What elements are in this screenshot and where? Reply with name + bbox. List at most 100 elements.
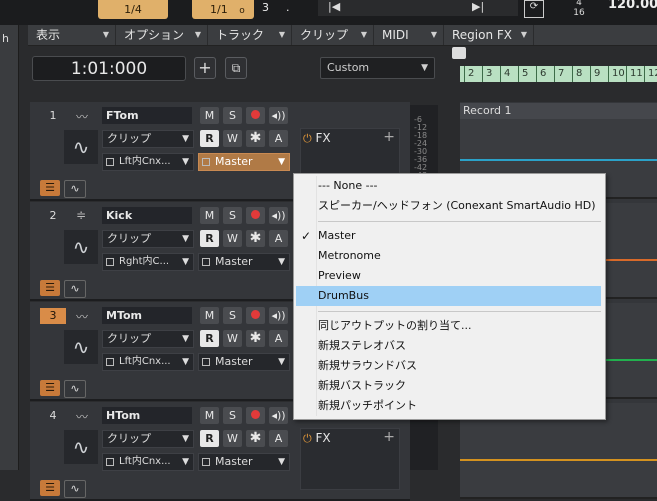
time-display[interactable]: 1:01:000 [32, 56, 186, 81]
track-edit-icon[interactable]: ☰ [40, 380, 60, 396]
menu-item-drumbus[interactable]: DrumBus [296, 286, 601, 306]
read-automation-button[interactable]: R [200, 230, 219, 247]
menu-view[interactable]: 表示 ▼ [28, 25, 116, 45]
automation-lane-icon[interactable]: ∿ [64, 380, 86, 398]
output-select[interactable]: Master ▼ [198, 153, 290, 171]
track-mode-select[interactable]: クリップ ▼ [102, 230, 194, 248]
record-arm-button[interactable] [246, 407, 265, 424]
star-button[interactable]: ✱ [246, 330, 265, 347]
automation-button[interactable]: A [269, 230, 288, 247]
preset-select[interactable]: Custom ▼ [320, 57, 435, 79]
automation-lane-icon[interactable]: ∿ [64, 480, 86, 498]
menu-item-metronome[interactable]: Metronome [296, 246, 601, 266]
output-select[interactable]: Master ▼ [198, 353, 290, 371]
menu-item-new-stereo-bus[interactable]: 新規ステレオバス [296, 336, 601, 356]
duplicate-track-button[interactable]: ⧉ [225, 57, 247, 79]
track-mode-select[interactable]: クリップ ▼ [102, 130, 194, 148]
write-automation-button[interactable]: W [223, 230, 242, 247]
input-select[interactable]: Rght内C... ▼ [102, 253, 194, 271]
solo-button[interactable]: S [223, 407, 242, 424]
mute-button[interactable]: M [200, 407, 219, 424]
playhead-icon[interactable] [452, 47, 466, 59]
add-fx-icon[interactable]: + [383, 129, 395, 145]
record-arm-button[interactable] [246, 107, 265, 124]
solo-button[interactable]: S [223, 307, 242, 324]
left-panel-tab[interactable]: h [2, 32, 9, 45]
track-number[interactable]: 4 [40, 408, 66, 424]
add-fx-icon[interactable]: + [383, 429, 395, 445]
track-name[interactable]: Kick [102, 207, 192, 224]
star-button[interactable]: ✱ [246, 430, 265, 447]
play-icon[interactable]: ▶| [472, 0, 484, 13]
track-edit-icon[interactable]: ☰ [40, 180, 60, 196]
record-arm-button[interactable] [246, 207, 265, 224]
automation-lane-icon[interactable]: ∿ [64, 280, 86, 298]
track-mode-select[interactable]: クリップ ▼ [102, 430, 194, 448]
track-name[interactable]: MTom [102, 307, 192, 324]
meter-top: 4 [576, 0, 582, 8]
power-icon[interactable]: ⏻ [303, 432, 312, 445]
output-select[interactable]: Master ▼ [198, 253, 290, 271]
input-echo-button[interactable]: ◂)) [269, 307, 288, 324]
read-automation-button[interactable]: R [200, 430, 219, 447]
track-edit-icon[interactable]: ☰ [40, 280, 60, 296]
track-mode-value: クリップ [107, 332, 151, 345]
rewind-icon[interactable]: |◀ [328, 0, 340, 13]
input-echo-button[interactable]: ◂)) [269, 107, 288, 124]
input-echo-button[interactable]: ◂)) [269, 407, 288, 424]
menu-item-speakers[interactable]: スピーカー/ヘッドフォン (Conexant SmartAudio HD) [296, 196, 601, 216]
input-echo-button[interactable]: ◂)) [269, 207, 288, 224]
write-automation-button[interactable]: W [223, 130, 242, 147]
mute-button[interactable]: M [200, 107, 219, 124]
menu-item-preview[interactable]: Preview [296, 266, 601, 286]
menu-item-label: Metronome [318, 249, 381, 262]
write-automation-button[interactable]: W [223, 330, 242, 347]
track-number[interactable]: 3 [40, 308, 66, 324]
write-automation-button[interactable]: W [223, 430, 242, 447]
menu-item-assign-same-output[interactable]: 同じアウトプットの割り当て... [296, 316, 601, 336]
track-name[interactable]: FTom [102, 107, 192, 124]
position-display[interactable]: 1/1 o [192, 0, 254, 19]
track-name[interactable]: HTom [102, 407, 192, 424]
star-button[interactable]: ✱ [246, 130, 265, 147]
star-button[interactable]: ✱ [246, 230, 265, 247]
input-select[interactable]: Lft内Cnx... ▼ [102, 453, 194, 471]
solo-button[interactable]: S [223, 207, 242, 224]
automation-lane-icon[interactable]: ∿ [64, 180, 86, 198]
tempo-value[interactable]: 120.00 [608, 0, 657, 12]
menu-item-new-bus-track[interactable]: 新規バストラック [296, 376, 601, 396]
menu-track[interactable]: トラック ▼ [208, 25, 292, 45]
automation-button[interactable]: A [269, 130, 288, 147]
loop-icon[interactable]: ⟳ [524, 0, 544, 18]
menu-midi[interactable]: MIDI ▼ [374, 25, 444, 45]
track-number[interactable]: 2 [40, 208, 66, 224]
menu-item-new-patch-point[interactable]: 新規パッチポイント [296, 396, 601, 416]
add-track-button[interactable]: + [194, 57, 216, 79]
track-mode-select[interactable]: クリップ ▼ [102, 330, 194, 348]
menu-options[interactable]: オプション ▼ [116, 25, 208, 45]
mute-button[interactable]: M [200, 307, 219, 324]
read-automation-button[interactable]: R [200, 130, 219, 147]
output-select[interactable]: Master ▼ [198, 453, 290, 471]
fx-bin[interactable]: ⏻ FX + [300, 428, 400, 490]
menu-clip[interactable]: クリップ ▼ [292, 25, 374, 45]
ruler-tick [536, 66, 537, 82]
automation-button[interactable]: A [269, 430, 288, 447]
record-arm-button[interactable] [246, 307, 265, 324]
time-signature-display[interactable]: 1/4 [98, 0, 168, 19]
timeline-ruler[interactable]: 23456789 10 11 12 [460, 66, 657, 82]
mute-button[interactable]: M [200, 207, 219, 224]
track-number[interactable]: 1 [40, 108, 66, 124]
automation-button[interactable]: A [269, 330, 288, 347]
menu-item-new-surround-bus[interactable]: 新規サラウンドバス [296, 356, 601, 376]
input-select[interactable]: Lft内Cnx... ▼ [102, 153, 194, 171]
track-edit-icon[interactable]: ☰ [40, 480, 60, 496]
speaker-icon: ◂)) [271, 409, 286, 422]
menu-item-none[interactable]: --- None --- [296, 176, 601, 196]
power-icon[interactable]: ⏻ [303, 132, 312, 145]
menu-item-master[interactable]: ✓ Master [296, 226, 601, 246]
input-select[interactable]: Lft内Cnx... ▼ [102, 353, 194, 371]
solo-button[interactable]: S [223, 107, 242, 124]
read-automation-button[interactable]: R [200, 330, 219, 347]
menu-region-fx[interactable]: Region FX ▼ [444, 25, 534, 45]
